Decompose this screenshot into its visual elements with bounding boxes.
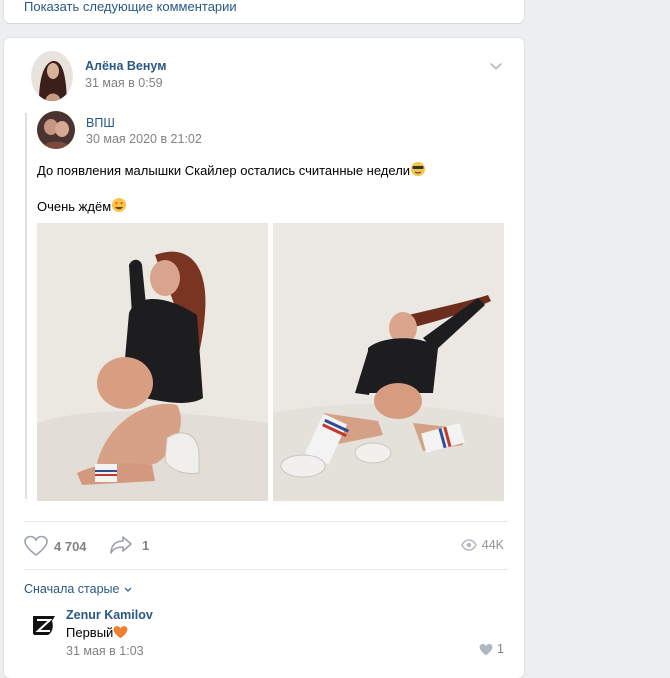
heart-eyes-emoji-icon: [111, 197, 127, 218]
comments-sort-dropdown[interactable]: Сначала старые: [24, 582, 133, 596]
comment-avatar[interactable]: [30, 611, 58, 639]
post-date[interactable]: 31 мая в 0:59: [85, 76, 163, 90]
comments-divider: [24, 569, 508, 570]
previous-comments-card: Показать следующие комментарии: [4, 0, 524, 23]
comment-author-name[interactable]: Zenur Kamilov: [66, 608, 153, 622]
author-avatar[interactable]: [31, 51, 73, 101]
post-text-line1: До появления малышки Скайлер остались сч…: [37, 161, 426, 182]
post-photo-2[interactable]: [273, 223, 504, 501]
comment-date[interactable]: 31 мая в 1:03: [66, 644, 144, 658]
cool-face-emoji-icon: [410, 161, 426, 182]
chevron-down-icon: [124, 587, 132, 592]
comment-text: Первый: [66, 625, 128, 642]
like-button[interactable]: 4 704: [24, 535, 87, 557]
heart-icon: [479, 643, 493, 655]
orange-heart-emoji-icon: [113, 625, 128, 642]
post-text-line2: Очень ждём: [37, 197, 127, 218]
share-arrow-icon: [110, 536, 132, 554]
heart-icon: [24, 535, 48, 557]
author-name[interactable]: Алёна Венум: [85, 59, 166, 73]
actions-divider: [24, 521, 508, 522]
chevron-down-icon[interactable]: [488, 58, 504, 74]
comment-like-button[interactable]: 1: [479, 642, 504, 656]
views-count: 44K: [481, 538, 504, 552]
post-photo-1[interactable]: [37, 223, 268, 501]
repost-bar: [25, 113, 27, 499]
share-count: 1: [142, 537, 150, 553]
views-counter: 44K: [460, 538, 504, 552]
share-button[interactable]: 1: [109, 535, 149, 555]
like-count: 4 704: [54, 538, 87, 554]
comment-like-count: 1: [497, 642, 504, 656]
post-card: Алёна Венум 31 мая в 0:59 ВПШ 30 мая 202…: [4, 38, 524, 678]
show-more-comments-link[interactable]: Показать следующие комментарии: [24, 0, 237, 14]
repost-date[interactable]: 30 мая 2020 в 21:02: [86, 132, 202, 146]
repost-avatar[interactable]: [37, 111, 75, 149]
eye-icon: [460, 539, 477, 551]
repost-source-name[interactable]: ВПШ: [86, 116, 115, 130]
